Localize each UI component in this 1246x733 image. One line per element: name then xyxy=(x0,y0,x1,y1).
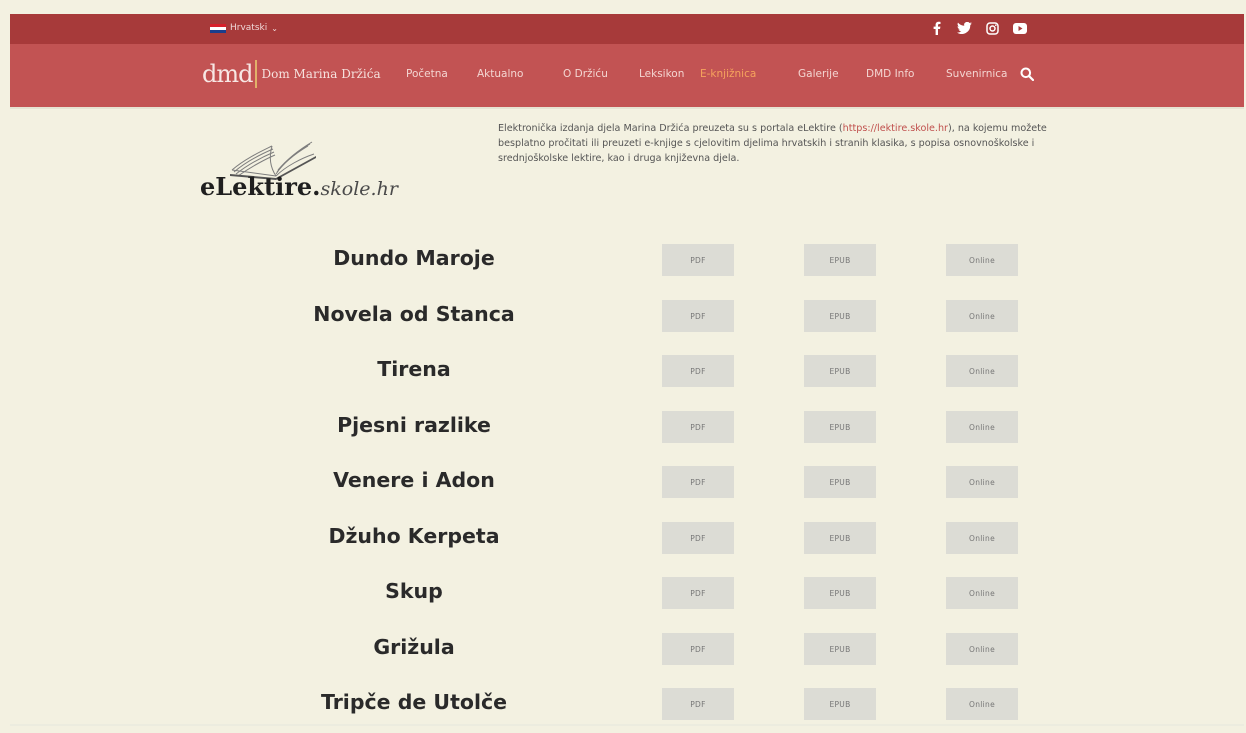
site-logo[interactable]: dmd Dom Marina Držića xyxy=(202,60,381,88)
book-title: Pjesni razlike xyxy=(337,413,491,437)
nav-item-5[interactable]: Galerije xyxy=(798,68,839,80)
epub-button[interactable]: EPUB xyxy=(804,577,876,609)
epub-button[interactable]: EPUB xyxy=(804,466,876,498)
book-title: Venere i Adon xyxy=(333,468,495,492)
nav-item-0[interactable]: Početna xyxy=(406,68,448,80)
pdf-button[interactable]: PDF xyxy=(662,300,734,332)
twitter-icon[interactable] xyxy=(956,20,972,36)
online-button[interactable]: Online xyxy=(946,411,1018,443)
page: Hrvatski ⌄ dmd Dom Marina Držića Početna… xyxy=(0,0,1246,733)
book-title: Tripče de Utolče xyxy=(320,690,508,714)
header-divider xyxy=(10,107,1244,109)
epub-button[interactable]: EPUB xyxy=(804,355,876,387)
book-title: Skup xyxy=(385,579,443,603)
social-links xyxy=(928,20,1028,36)
logo-name: Dom Marina Držića xyxy=(261,67,381,81)
epub-button[interactable]: EPUB xyxy=(804,688,876,720)
nav-item-6[interactable]: DMD Info xyxy=(866,68,914,80)
youtube-icon[interactable] xyxy=(1012,20,1028,36)
online-button[interactable]: Online xyxy=(946,577,1018,609)
search-icon[interactable] xyxy=(1020,66,1035,82)
instagram-icon[interactable] xyxy=(984,20,1000,36)
epub-button[interactable]: EPUB xyxy=(804,411,876,443)
pdf-button[interactable]: PDF xyxy=(662,577,734,609)
lektire-link[interactable]: https://lektire.skole.hr xyxy=(843,123,948,134)
nav-item-4[interactable]: E-knjižnica xyxy=(700,68,756,80)
language-label: Hrvatski xyxy=(230,23,268,33)
footer-divider xyxy=(10,724,1244,726)
epub-button[interactable]: EPUB xyxy=(804,300,876,332)
intro-text-before: Elektronička izdanja djela Marina Držića… xyxy=(498,123,843,134)
online-button[interactable]: Online xyxy=(946,466,1018,498)
epub-button[interactable]: EPUB xyxy=(804,633,876,665)
book-title: Džuho Kerpeta xyxy=(328,524,500,548)
facebook-icon[interactable] xyxy=(928,20,944,36)
book-title: Grižula xyxy=(373,635,455,659)
online-button[interactable]: Online xyxy=(946,688,1018,720)
pdf-button[interactable]: PDF xyxy=(662,522,734,554)
book-title: Novela od Stanca xyxy=(313,302,515,326)
elektire-brand-sub: skole.hr xyxy=(320,178,398,200)
logo-divider xyxy=(255,60,258,88)
online-button[interactable]: Online xyxy=(946,244,1018,276)
top-bar: Hrvatski ⌄ xyxy=(10,14,1244,44)
croatian-flag-icon xyxy=(210,23,226,33)
logo-abbreviation: dmd xyxy=(202,60,253,88)
online-button[interactable]: Online xyxy=(946,355,1018,387)
elektire-wordmark[interactable]: eLektire.skole.hr xyxy=(200,172,398,201)
epub-button[interactable]: EPUB xyxy=(804,244,876,276)
pdf-button[interactable]: PDF xyxy=(662,355,734,387)
pdf-button[interactable]: PDF xyxy=(662,633,734,665)
language-selector[interactable]: Hrvatski ⌄ xyxy=(210,23,278,33)
book-title: Dundo Maroje xyxy=(333,246,495,270)
pdf-button[interactable]: PDF xyxy=(662,411,734,443)
pdf-button[interactable]: PDF xyxy=(662,466,734,498)
epub-button[interactable]: EPUB xyxy=(804,522,876,554)
nav-item-3[interactable]: Leksikon xyxy=(639,68,684,80)
pdf-button[interactable]: PDF xyxy=(662,244,734,276)
pdf-button[interactable]: PDF xyxy=(662,688,734,720)
nav-item-2[interactable]: O Držiću xyxy=(563,68,608,80)
intro-text: Elektronička izdanja djela Marina Držića… xyxy=(498,121,1058,166)
online-button[interactable]: Online xyxy=(946,300,1018,332)
nav-item-1[interactable]: Aktualno xyxy=(477,68,523,80)
online-button[interactable]: Online xyxy=(946,633,1018,665)
elektire-brand-main: eLektire. xyxy=(200,172,321,201)
nav-item-7[interactable]: Suvenirnica xyxy=(946,68,1007,80)
chevron-down-icon: ⌄ xyxy=(271,23,278,33)
online-button[interactable]: Online xyxy=(946,522,1018,554)
book-title: Tirena xyxy=(377,357,451,381)
main-navbar: dmd Dom Marina Držića Početna Aktualno O D… xyxy=(10,44,1244,107)
